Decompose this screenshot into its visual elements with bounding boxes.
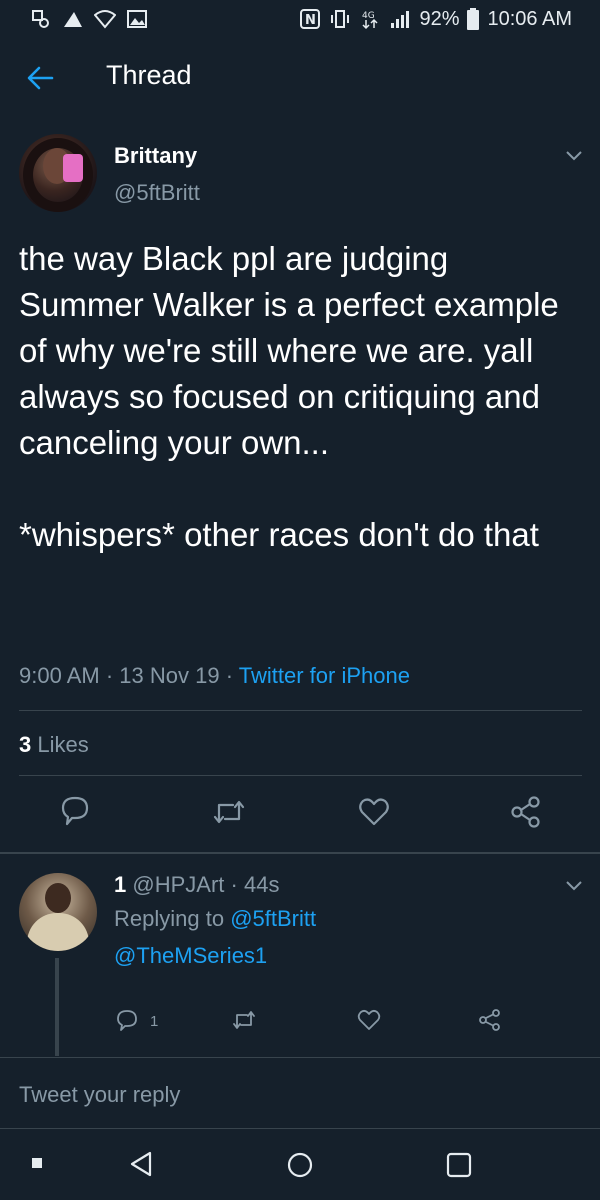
tweet-author-name[interactable]: Brittany (114, 143, 197, 169)
heart-icon[interactable] (357, 795, 391, 829)
tweet-source-link[interactable]: Twitter for iPhone (239, 663, 410, 688)
signal-icon (391, 11, 410, 28)
reply-header[interactable]: 1 @HPJArt · 44s (114, 872, 279, 898)
svg-text:N: N (305, 13, 316, 28)
share-icon[interactable] (509, 795, 543, 829)
chevron-down-icon[interactable] (565, 150, 583, 162)
section-divider (0, 852, 600, 854)
page-title: Thread (106, 60, 192, 90)
likes-count-link[interactable]: 3 Likes (19, 732, 89, 758)
likes-label: Likes (37, 732, 89, 757)
replying-to-handle[interactable]: @5ftBritt (230, 906, 316, 931)
battery-percent: 92% (419, 7, 460, 30)
retweet-icon[interactable] (212, 795, 246, 829)
reply-icon[interactable] (115, 1008, 139, 1032)
compose-divider-bottom (0, 1128, 600, 1129)
gallery-icon (127, 10, 147, 28)
reply-text[interactable]: @TheMSeries1 (114, 943, 267, 969)
reply-icon[interactable] (58, 793, 92, 827)
wifi-icon (94, 10, 116, 29)
avatar[interactable] (19, 134, 97, 212)
tweet-date: 13 Nov 19 (119, 663, 220, 688)
status-bar-right: N 4G 92% 10:06 AM (299, 8, 572, 31)
replying-to-label: Replying to (114, 906, 225, 931)
divider (19, 710, 582, 711)
arrow-left-icon[interactable] (26, 64, 54, 92)
replying-to: Replying to @5ftBritt (114, 906, 316, 932)
dot-icon[interactable] (32, 1158, 42, 1168)
tweet-time: 9:00 AM (19, 663, 100, 688)
retweet-icon[interactable] (232, 1008, 256, 1032)
reply-count: 1 (150, 1013, 159, 1030)
status-bar: N 4G 92% 10:06 AM (0, 0, 600, 38)
notification-icon (32, 10, 49, 28)
meta-separator: · (105, 663, 114, 688)
status-bar-left (30, 8, 148, 30)
reply-author-handle: @HPJArt (132, 872, 225, 897)
svg-text:4G: 4G (362, 11, 375, 21)
heart-icon[interactable] (357, 1008, 381, 1032)
recents-square-icon[interactable] (446, 1152, 472, 1178)
share-icon[interactable] (478, 1008, 502, 1032)
tweet-meta: 9:00 AM · 13 Nov 19 · Twitter for iPhone (19, 663, 410, 689)
vibrate-icon (331, 10, 350, 28)
chevron-down-icon[interactable] (565, 880, 583, 892)
back-triangle-icon[interactable] (128, 1150, 154, 1178)
meta-separator: · (225, 663, 234, 688)
tweet-reply-input[interactable]: Tweet your reply (19, 1082, 180, 1108)
reply-author-name: 1 (114, 872, 127, 897)
likes-number: 3 (19, 732, 32, 757)
reply-age: 44s (243, 872, 280, 897)
app-bar: Thread (0, 38, 600, 118)
meta-separator: · (230, 872, 238, 897)
clock: 10:06 AM (487, 7, 572, 30)
battery-icon (467, 8, 480, 30)
reply-avatar[interactable] (19, 873, 97, 951)
system-nav-bar (0, 1130, 600, 1200)
data-4g-icon: 4G (362, 11, 378, 30)
vpn-icon (64, 12, 82, 27)
divider (19, 775, 582, 776)
home-circle-icon[interactable] (286, 1151, 314, 1179)
nfc-icon: N (300, 9, 321, 29)
thread-line (55, 958, 59, 1056)
tweet-author-handle[interactable]: @5ftBritt (114, 180, 200, 206)
tweet-text: the way Black ppl are judging Summer Wal… (19, 240, 559, 553)
